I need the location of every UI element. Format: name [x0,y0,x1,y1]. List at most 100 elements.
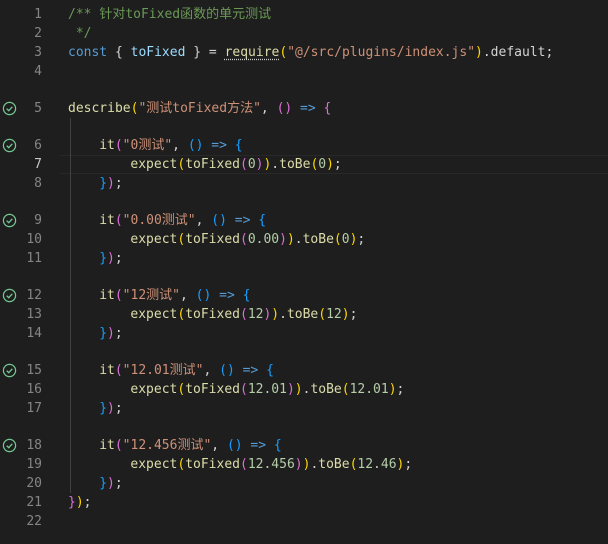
code-token: ( [177,382,186,397]
code-token: , [211,438,227,453]
code-line[interactable]: 5 describe("测试toFixed方法", () => { [0,99,608,118]
code-line[interactable]: 6 it("0测试", () => { [0,136,608,155]
code-line[interactable]: 16 expect(toFixed(12.01)).toBe(12.01); [0,380,608,399]
line-number: 13 [26,307,42,322]
code-token: ( [318,307,327,322]
code-line[interactable]: 17}); [0,399,608,418]
code-line[interactable]: 14}); [0,324,608,343]
code-line[interactable]: 1 /** 针对toFixed函数的单元测试 [0,5,608,24]
code-token: 0 [318,157,327,172]
code-token: /** [68,7,100,22]
code-token: ; [349,307,358,322]
code-token: "0测试" [122,138,173,153]
code-token: 0 [247,157,256,172]
code-token: toBe [279,157,311,172]
code-token: ; [357,232,366,247]
code-token: expect [130,382,178,397]
line-code: it("12测试", () => { [99,286,250,305]
code-token: ( [239,157,248,172]
code-line[interactable]: 7 expect(toFixed(0)).toBe(0); [0,155,608,174]
code-token: "12.01测试" [122,363,204,378]
code-token: } [99,251,108,266]
line-number: 20 [26,476,42,491]
code-token: ) [107,476,115,491]
code-line[interactable]: 12 it("12测试", () => { [0,286,608,305]
code-token: () [187,138,204,153]
code-token: ) [294,382,303,397]
code-line[interactable]: 4 [0,62,608,81]
code-token: () [276,101,293,116]
line-number: 18 [26,438,42,453]
code-token: () [219,363,235,378]
line-number: 11 [26,251,42,266]
code-token: toFixed [185,382,240,397]
code-token: } [99,476,108,491]
code-line[interactable]: 8}); [0,174,608,193]
code-line[interactable]: 2 */ [0,24,608,43]
code-token: ) [294,457,303,472]
code-token: it [99,288,115,303]
code-token: } [99,401,108,416]
code-token: => [203,138,235,153]
code-token: ) [279,232,287,247]
code-token: 12.01 [247,382,287,397]
code-line[interactable]: 18 it("12.456测试", () => { [0,436,608,455]
code-token: () [195,288,212,303]
code-line[interactable]: 10 expect(toFixed(0.00)).toBe(0); [0,230,608,249]
code-line[interactable]: 20}); [0,474,608,493]
code-token: ; [333,157,342,172]
code-token: expect [130,157,178,172]
code-token: 0.00 [247,232,280,247]
code-line[interactable]: 22 [0,512,608,531]
code-token: toBe [318,457,350,472]
code-token: ( [239,457,248,472]
code-line[interactable]: 3 const { toFixed } = require("@/src/plug… [0,43,608,62]
code-token: ; [114,326,123,341]
line-number: 4 [34,64,42,79]
code-line[interactable]: 15 it("12.01测试", () => { [0,361,608,380]
code-line[interactable]: 21}); [0,493,608,512]
line-code: }); [99,324,122,343]
code-token: ; [404,457,413,472]
code-token: => [226,213,259,228]
code-token: expect [130,307,178,322]
line-code: expect(toFixed(12)).toBe(12); [130,305,357,324]
code-token: => [234,363,267,378]
code-token: 12 [247,307,264,322]
code-editor[interactable]: 1/** 针对toFixed函数的单元测试 2 */3 const { toFixe… [0,0,608,544]
code-token: toBe [286,307,319,322]
code-token: ( [114,288,123,303]
code-token: ; [114,401,123,416]
code-line[interactable]: 13 expect(toFixed(12)).toBe(12); [0,305,608,324]
code-token: ( [114,438,123,453]
line-code: }); [99,174,122,193]
line-code: describe("测试toFixed方法", () => { [68,99,331,118]
code-token: ) [107,401,115,416]
code-token: , [195,213,212,228]
code-token: "12测试" [122,288,180,303]
line-code: }); [68,493,91,512]
code-token: toFixed [185,457,240,472]
code-token: expect [130,232,178,247]
code-token: ) [388,382,397,397]
code-line[interactable]: 19 expect(toFixed(12.456)).toBe(12.46); [0,455,608,474]
code-token: ; [114,251,123,266]
line-code: expect(toFixed(12.01)).toBe(12.01); [130,380,404,399]
code-token: require [224,45,280,60]
code-token: { [323,101,332,116]
line-code: }); [99,249,122,268]
code-token: 12.01 [349,382,389,397]
code-token: => [211,288,243,303]
line-code: expect(toFixed(12.456)).toBe(12.46); [130,455,412,474]
code-token: { [266,363,274,378]
code-line[interactable]: 9 it("0.00测试", () => { [0,211,608,230]
code-token: it [99,213,115,228]
code-token: describe [68,101,131,116]
code-token: toFixed [185,307,240,322]
code-token: ) [286,232,295,247]
line-number: 8 [34,176,42,191]
code-line[interactable]: 11}); [0,249,608,268]
code-token: */ [68,26,92,41]
code-token: { [273,438,282,453]
code-token: "@/src/plugins/index.js" [287,45,476,60]
